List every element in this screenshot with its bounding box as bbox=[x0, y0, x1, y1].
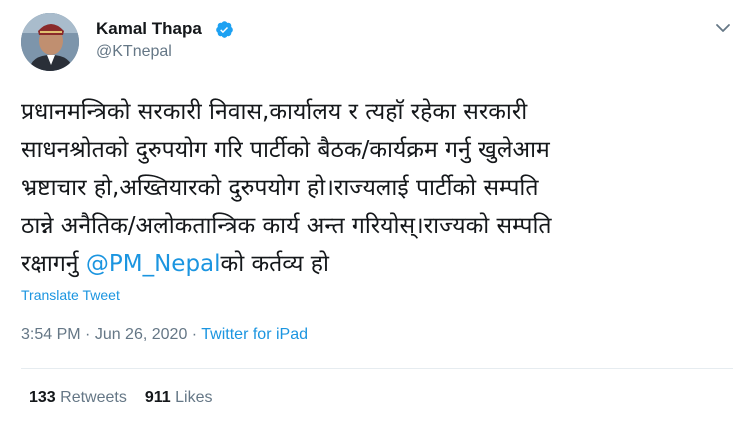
author-handle[interactable]: @KTnepal bbox=[96, 43, 172, 61]
avatar-photo bbox=[21, 13, 79, 71]
retweets-label: Retweets bbox=[60, 389, 127, 406]
translate-tweet-link[interactable]: Translate Tweet bbox=[21, 287, 120, 303]
tweet-text: प्रधानमन्त्रिको सरकारी निवास,कार्यालय र … bbox=[21, 93, 733, 283]
tweet-meta: 3:54 PM · Jun 26, 2020 · Twitter for iPa… bbox=[21, 326, 308, 344]
tweet-date[interactable]: Jun 26, 2020 bbox=[95, 326, 188, 343]
tweet-line-suffix: को कर्तव्य हो bbox=[220, 251, 329, 277]
verified-badge-icon bbox=[216, 21, 233, 38]
tweet-line: रक्षागर्नु @PM_Nepalको कर्तव्य हो bbox=[21, 245, 733, 283]
avatar[interactable] bbox=[21, 13, 79, 71]
tweet-line: ठान्ने अनैतिक/अलोकतान्त्रिक कार्य अन्त ग… bbox=[21, 213, 552, 239]
tweet-source-link[interactable]: Twitter for iPad bbox=[201, 326, 308, 343]
tweet-line: भ्रष्टाचार हो,अख्तियारको दुरुपयोग हो।राज… bbox=[21, 175, 539, 201]
likes-stat[interactable]: 911 Likes bbox=[145, 389, 213, 406]
tweet-stats: 133 Retweets 911 Likes bbox=[29, 389, 212, 407]
tweet-line: साधनश्रोतको दुरुपयोग गरि पार्टीको बैठक/क… bbox=[21, 137, 550, 163]
tweet-line-prefix: रक्षागर्नु bbox=[21, 251, 86, 277]
meta-separator: · bbox=[80, 326, 95, 343]
mention-link[interactable]: @PM_Nepal bbox=[86, 251, 221, 277]
tweet-line: प्रधानमन्त्रिको सरकारी निवास,कार्यालय र … bbox=[21, 99, 528, 125]
retweets-stat[interactable]: 133 Retweets bbox=[29, 389, 127, 406]
author-name[interactable]: Kamal Thapa bbox=[96, 19, 202, 39]
tweet-card: Kamal Thapa @KTnepal प्रधानमन्त्रिको सरक… bbox=[0, 0, 748, 422]
retweets-count: 133 bbox=[29, 389, 56, 406]
tweet-time[interactable]: 3:54 PM bbox=[21, 326, 81, 343]
likes-count: 911 bbox=[144, 389, 171, 406]
chevron-down-icon[interactable] bbox=[713, 18, 733, 38]
likes-label: Likes bbox=[175, 389, 213, 406]
meta-separator: · bbox=[187, 326, 202, 343]
divider bbox=[21, 368, 733, 369]
